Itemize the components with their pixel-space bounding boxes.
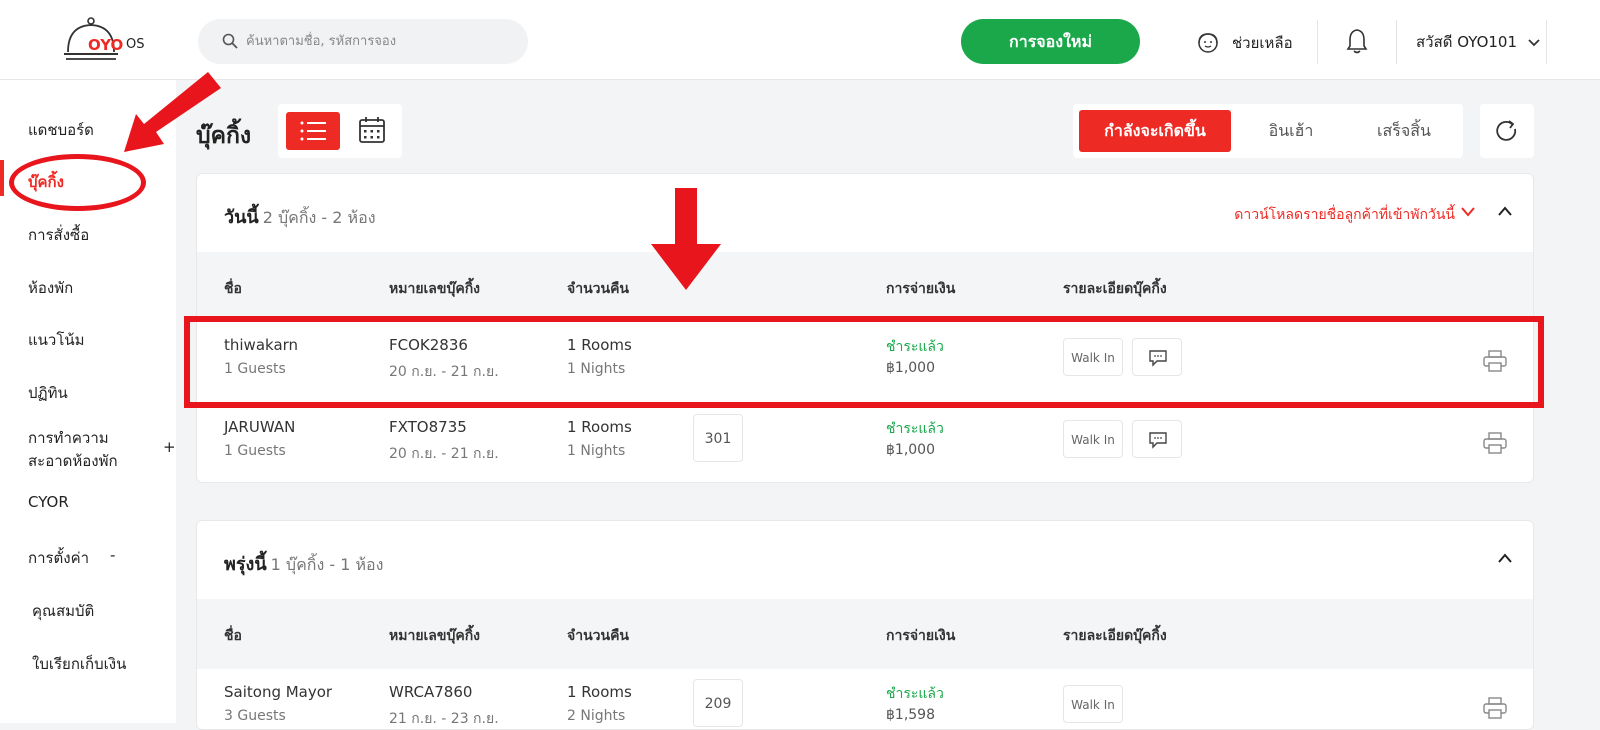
search-bar[interactable]	[198, 19, 528, 64]
list-icon	[300, 121, 326, 141]
card-summary: 2 บุ๊คกิ้ง - 2 ห้อง	[262, 208, 376, 227]
column-header-details: รายละเอียดบุ๊คกิ้ง	[1063, 281, 1167, 297]
guest-name[interactable]: JARUWAN	[224, 418, 295, 436]
refresh-button[interactable]	[1480, 104, 1534, 158]
night-count: 2 Nights	[567, 708, 626, 724]
calendar-icon	[359, 117, 385, 143]
table-row[interactable]: Saitong Mayor 3 Guests WRCA7860 21 ก.ย. …	[197, 669, 1533, 729]
card-header: วันนี้ 2 บุ๊คกิ้ง - 2 ห้อง ดาวน์โหลดรายชื…	[197, 174, 1533, 252]
print-icon[interactable]	[1483, 432, 1507, 454]
sidebar-item-orders[interactable]: การสั่งซื้อ	[28, 223, 89, 247]
chat-icon	[1149, 432, 1167, 449]
chevron-down-icon[interactable]	[1461, 206, 1475, 218]
header-divider	[1546, 20, 1547, 64]
table-row[interactable]: JARUWAN 1 Guests FXTO8735 20 ก.ย. - 21 ก…	[197, 404, 1533, 482]
room-count: 1 Rooms	[567, 683, 632, 701]
tomorrow-bookings-card: พรุ่งนี้ 1 บุ๊คกิ้ง - 1 ห้อง ชื่อ หมายเลข…	[196, 520, 1534, 730]
room-number[interactable]: 301	[693, 414, 743, 462]
annotation-arrow-icon	[124, 72, 221, 152]
payment-status: ชำระแล้ว	[886, 686, 944, 702]
sidebar-item-calendar[interactable]: ปฏิทิน	[28, 381, 68, 405]
booking-id[interactable]: WRCA7860	[389, 683, 472, 701]
tab-completed[interactable]: เสร็จสิ้น	[1349, 110, 1459, 152]
card-header: พรุ่งนี้ 1 บุ๊คกิ้ง - 1 ห้อง	[197, 521, 1533, 599]
column-header-payment: การจ่ายเงิน	[886, 628, 956, 644]
download-guest-list-link[interactable]: ดาวน์โหลดรายชื่อลูกค้าที่เข้าพักวันนี้	[1234, 204, 1455, 226]
stay-dates: 20 ก.ย. - 21 ก.ย.	[389, 446, 499, 462]
card-title-text: พรุ่งนี้	[224, 554, 267, 575]
payment-status: ชำระแล้ว	[886, 421, 944, 437]
user-menu[interactable]: สวัสดี OYO101	[1416, 30, 1540, 54]
chevron-up-icon[interactable]	[1497, 204, 1513, 218]
card-summary: 1 บุ๊คกิ้ง - 1 ห้อง	[270, 555, 384, 574]
list-view-button[interactable]	[286, 112, 340, 150]
collapse-minus-icon[interactable]: -	[110, 546, 115, 564]
card-title: พรุ่งนี้ 1 บุ๊คกิ้ง - 1 ห้อง	[224, 549, 383, 578]
user-greeting: สวัสดี OYO101	[1416, 33, 1518, 51]
view-toggle	[278, 104, 402, 158]
highlight-rectangle	[184, 316, 1544, 408]
table-header: ชื่อ หมายเลขบุ๊คกิ้ง จำนวนคืน การจ่ายเงิ…	[197, 252, 1533, 322]
top-header: OYO OS การจองใหม่ ช่วยเหลือ สวัสดี OYO10…	[0, 0, 1600, 80]
sidebar-item-cyor[interactable]: CYOR	[28, 493, 69, 511]
payment-amount: ฿1,000	[886, 442, 935, 458]
help-link[interactable]: ช่วยเหลือ	[1196, 26, 1293, 60]
highlight-ellipse	[9, 154, 146, 211]
oyo-os-logo[interactable]: OYO OS	[62, 16, 152, 66]
help-label: ช่วยเหลือ	[1232, 34, 1293, 52]
sidebar-item-trends[interactable]: แนวโน้ม	[28, 328, 85, 352]
card-title-text: วันนี้	[224, 207, 259, 228]
sidebar-item-dashboard[interactable]: แดชบอร์ด	[28, 118, 94, 142]
calendar-view-button[interactable]	[350, 112, 394, 150]
column-header-booking-id: หมายเลขบุ๊คกิ้ง	[389, 281, 481, 297]
notification-bell-icon[interactable]	[1345, 27, 1369, 55]
sidebar-item-invoices[interactable]: ใบเรียกเก็บเงิน	[32, 652, 126, 676]
booking-id[interactable]: FXTO8735	[389, 418, 467, 436]
column-header-name: ชื่อ	[224, 628, 242, 644]
column-header-payment: การจ่ายเงิน	[886, 281, 956, 297]
stay-dates: 21 ก.ย. - 23 ก.ย.	[389, 711, 499, 727]
brand-suffix: OS	[126, 37, 145, 52]
message-button[interactable]	[1132, 420, 1182, 458]
column-header-booking-id: หมายเลขบุ๊คกิ้ง	[389, 628, 481, 644]
room-number[interactable]: 209	[693, 679, 743, 727]
support-agent-icon	[1198, 33, 1218, 53]
column-header-nights: จำนวนคืน	[567, 281, 630, 297]
column-header-nights: จำนวนคืน	[567, 628, 630, 644]
new-booking-button[interactable]: การจองใหม่	[961, 19, 1140, 64]
guest-count: 3 Guests	[224, 708, 286, 724]
sidebar-item-properties[interactable]: คุณสมบัติ	[32, 599, 94, 623]
payment-amount: ฿1,598	[886, 707, 935, 723]
sidebar-active-indicator	[0, 160, 4, 196]
source-badge: Walk In	[1063, 420, 1123, 458]
search-icon	[222, 33, 238, 49]
search-input[interactable]	[246, 29, 506, 54]
source-badge: Walk In	[1063, 685, 1123, 723]
tab-in-house[interactable]: อินเฮ้า	[1241, 110, 1341, 152]
column-header-name: ชื่อ	[224, 281, 242, 297]
annotation-arrow-icon	[651, 188, 721, 290]
sidebar-item-rooms[interactable]: ห้องพัก	[28, 276, 73, 300]
column-header-details: รายละเอียดบุ๊คกิ้ง	[1063, 628, 1167, 644]
guest-count: 1 Guests	[224, 443, 286, 459]
tab-upcoming[interactable]: กำลังจะเกิดขึ้น	[1079, 110, 1231, 152]
header-divider	[1396, 20, 1397, 64]
status-tabs: กำลังจะเกิดขึ้น อินเฮ้า เสร็จสิ้น	[1073, 104, 1463, 158]
expand-plus-icon[interactable]: +	[163, 438, 176, 456]
sidebar-item-housekeeping[interactable]: การทำความ	[28, 426, 109, 450]
card-title: วันนี้ 2 บุ๊คกิ้ง - 2 ห้อง	[224, 202, 376, 231]
header-divider	[1317, 20, 1318, 64]
sidebar-item-settings[interactable]: การตั้งค่า	[28, 546, 89, 570]
brand-name: OYO	[88, 36, 124, 54]
guest-name[interactable]: Saitong Mayor	[224, 683, 332, 701]
night-count: 1 Nights	[567, 443, 626, 459]
print-icon[interactable]	[1483, 697, 1507, 719]
chevron-down-icon	[1528, 38, 1540, 46]
sidebar-item-housekeeping-line2[interactable]: สะอาดห้องพัก	[28, 449, 118, 473]
refresh-icon	[1496, 120, 1517, 141]
table-header: ชื่อ หมายเลขบุ๊คกิ้ง จำนวนคืน การจ่ายเงิ…	[197, 599, 1533, 669]
chevron-up-icon[interactable]	[1497, 551, 1513, 565]
room-count: 1 Rooms	[567, 418, 632, 436]
